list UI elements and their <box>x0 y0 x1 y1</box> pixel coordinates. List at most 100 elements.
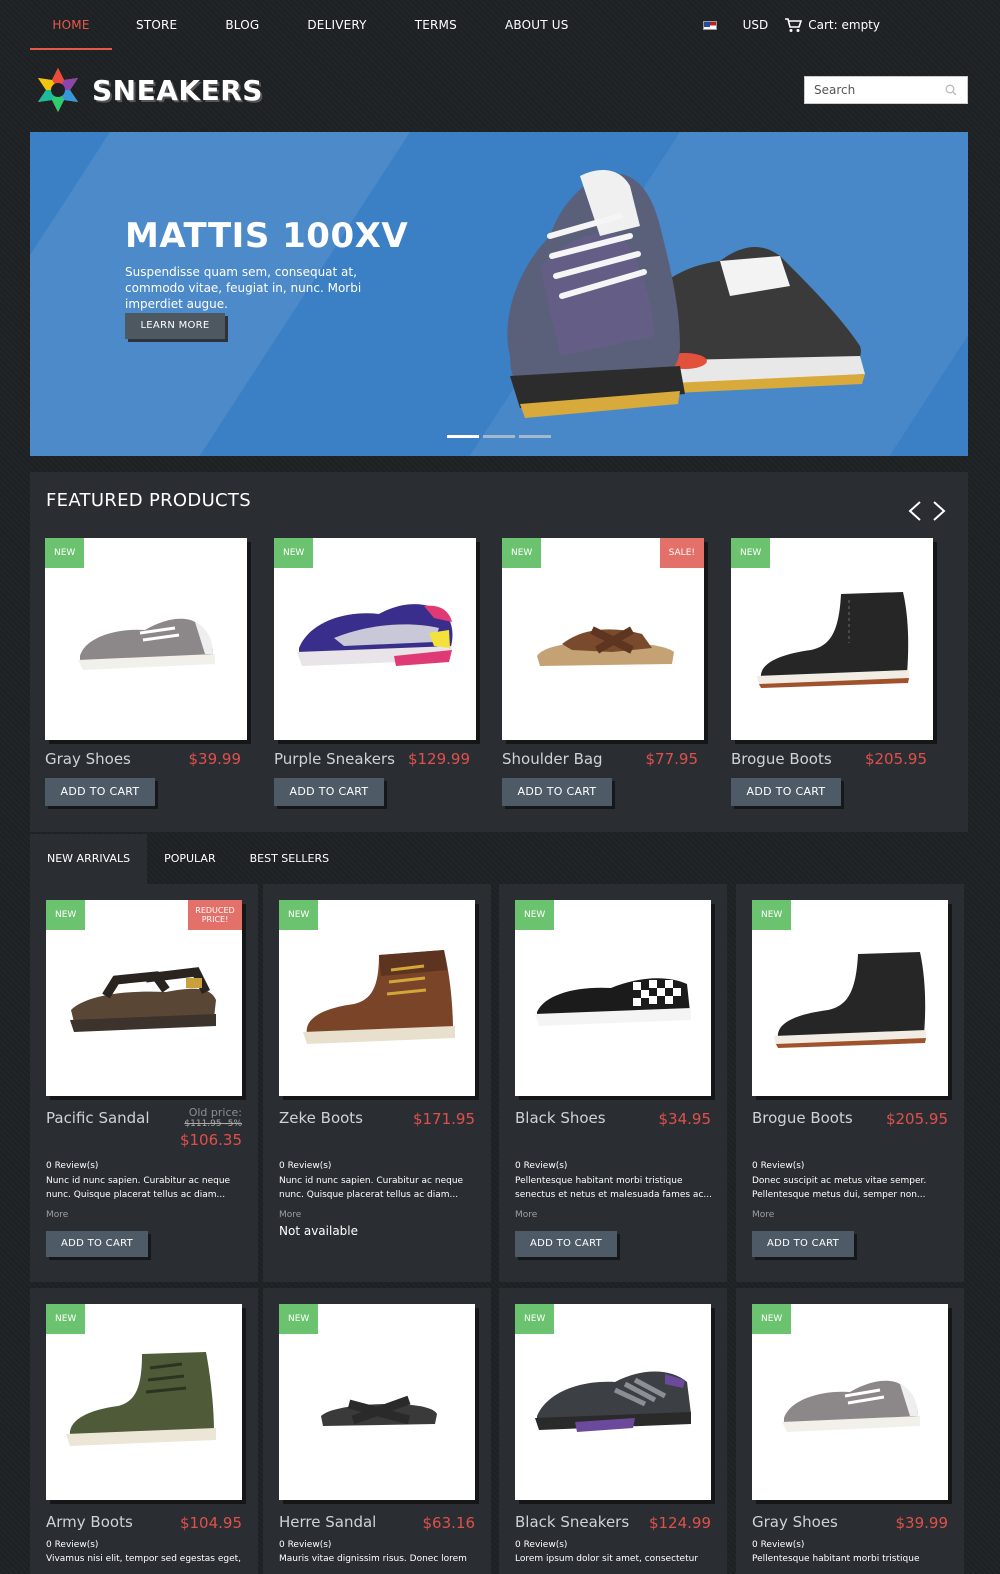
product-name[interactable]: Herre Sandal <box>279 1513 376 1531</box>
new-badge: NEW <box>279 1304 319 1334</box>
header-tools: USD Cart: empty <box>702 0 880 50</box>
reviews-count[interactable]: 0 Review(s) <box>515 1540 567 1550</box>
add-to-cart-button[interactable]: ADD TO CART <box>45 778 155 806</box>
product-name[interactable]: Purple Sneakers <box>274 750 395 768</box>
tab-popular[interactable]: POPULAR <box>147 834 233 884</box>
nav-terms[interactable]: TERMS <box>415 0 457 50</box>
reviews-count[interactable]: 0 Review(s) <box>279 1540 331 1550</box>
product-name[interactable]: Black Sneakers <box>515 1513 629 1531</box>
brogue-boot-image <box>757 592 909 688</box>
new-badge: NEW <box>45 538 85 568</box>
product-price: $77.95 <box>645 750 699 768</box>
product-price: $63.16 <box>422 1514 476 1532</box>
availability-status: Not available <box>279 1224 359 1238</box>
product-image[interactable]: NEW <box>274 538 476 740</box>
add-to-cart-button[interactable]: ADD TO CART <box>731 778 841 806</box>
product-name[interactable]: Shoulder Bag <box>502 750 603 768</box>
arrow-left-icon[interactable] <box>906 500 924 522</box>
product-name[interactable]: Army Boots <box>46 1513 133 1531</box>
product-description: Donec suscipit ac metus vitae semper. Pe… <box>752 1176 927 1200</box>
add-to-cart-button[interactable]: ADD TO CART <box>752 1231 854 1257</box>
product-image[interactable]: NEW <box>731 538 933 740</box>
product-card: NEW Black Shoes $34.95 0 Review(s) Pelle… <box>499 884 727 1282</box>
old-price-label: Old price: <box>188 1106 242 1119</box>
add-to-cart-button[interactable]: ADD TO CART <box>515 1231 617 1257</box>
tab-best-sellers[interactable]: BEST SELLERS <box>233 834 346 884</box>
old-price-block: Old price: $111.95 -5% $106.35 <box>180 1106 242 1149</box>
more-link[interactable]: More <box>46 1210 68 1220</box>
product-name[interactable]: Black Shoes <box>515 1109 606 1127</box>
site-logo[interactable]: SNEAKERS <box>34 66 263 114</box>
reviews-count[interactable]: 0 Review(s) <box>515 1161 567 1171</box>
reviews-count[interactable]: 0 Review(s) <box>46 1540 98 1550</box>
sandal-image <box>537 626 674 666</box>
hero-title: MATTIS 100XV <box>125 216 409 256</box>
learn-more-button[interactable]: LEARN MORE <box>125 313 225 339</box>
slider-dot[interactable] <box>447 435 479 438</box>
product-image[interactable]: NEW <box>45 538 247 740</box>
hero-banner: MATTIS 100XV Suspendisse quam sem, conse… <box>30 132 968 456</box>
featured-title: FEATURED PRODUCTS <box>46 490 251 511</box>
more-link[interactable]: More <box>752 1210 774 1220</box>
nav-home[interactable]: HOME <box>30 0 112 50</box>
product-image[interactable]: NEW SALE! <box>502 538 704 740</box>
sale-badge: SALE! <box>659 538 704 568</box>
product-name[interactable]: Brogue Boots <box>752 1109 853 1127</box>
product-price: $124.99 <box>648 1514 711 1532</box>
product-price: $205.95 <box>885 1110 948 1128</box>
gray-shoe-image <box>78 618 215 670</box>
featured-products: FEATURED PRODUCTS NEW Gray Shoes $39.99 … <box>30 472 968 832</box>
new-badge: NEW <box>515 1304 555 1334</box>
product-card: NEW Gray Shoes $39.99 0 Review(s) Pellen… <box>736 1288 964 1574</box>
add-to-cart-button[interactable]: ADD TO CART <box>274 778 384 806</box>
reviews-count[interactable]: 0 Review(s) <box>752 1540 804 1550</box>
new-badge: NEW <box>752 1304 792 1334</box>
product-name[interactable]: Zeke Boots <box>279 1109 363 1127</box>
more-link[interactable]: More <box>515 1210 537 1220</box>
cart-summary[interactable]: Cart: empty <box>808 18 880 32</box>
nav-store[interactable]: STORE <box>136 0 177 50</box>
reviews-count[interactable]: 0 Review(s) <box>279 1161 331 1171</box>
currency-selector[interactable]: USD <box>743 18 769 32</box>
product-description: Pellentesque habitant morbi tristique se… <box>515 1176 712 1200</box>
new-badge: NEW <box>279 900 319 930</box>
carousel-controls <box>900 500 948 522</box>
product-price: $34.95 <box>658 1110 712 1128</box>
product-tabs: NEW ARRIVALS POPULAR BEST SELLERS <box>30 834 968 884</box>
product-name[interactable]: Pacific Sandal <box>46 1109 150 1127</box>
product-price: $39.99 <box>895 1514 949 1532</box>
reviews-count[interactable]: 0 Review(s) <box>752 1161 804 1171</box>
product-description: Nunc id nunc sapien. Curabitur ac neque … <box>279 1176 464 1200</box>
new-badge: NEW <box>515 900 555 930</box>
product-description: Mauris vitae dignissim risus. Donec lore… <box>279 1554 467 1564</box>
slider-pagination <box>447 435 555 438</box>
add-to-cart-button[interactable]: ADD TO CART <box>46 1231 148 1257</box>
add-to-cart-button[interactable]: ADD TO CART <box>502 778 612 806</box>
product-name[interactable]: Gray Shoes <box>752 1513 838 1531</box>
search-icon[interactable] <box>945 84 957 96</box>
main-nav: HOME STORE BLOG DELIVERY TERMS ABOUT US <box>30 0 569 50</box>
new-badge: NEW <box>274 538 314 568</box>
slider-dot[interactable] <box>519 435 551 438</box>
product-price: $129.99 <box>407 750 470 768</box>
tab-new-arrivals[interactable]: NEW ARRIVALS <box>30 834 148 884</box>
search-input[interactable] <box>805 78 945 102</box>
reviews-count[interactable]: 0 Review(s) <box>46 1161 98 1171</box>
purple-sneaker-image <box>297 604 453 666</box>
nav-delivery[interactable]: DELIVERY <box>307 0 366 50</box>
product-price: $39.99 <box>188 750 242 768</box>
arrow-right-icon[interactable] <box>930 500 948 522</box>
product-price: $104.95 <box>179 1514 242 1532</box>
old-price: $111.95 -5% <box>184 1119 242 1129</box>
nav-about-us[interactable]: ABOUT US <box>505 0 569 50</box>
hero-text: Suspendisse quam sem, consequat at, comm… <box>125 265 362 311</box>
product-card: NEW REDUCED PRICE! Pacific Sandal Old pr… <box>30 884 258 1282</box>
product-name[interactable]: Gray Shoes <box>45 750 131 768</box>
more-link[interactable]: More <box>279 1210 301 1220</box>
cart-icon[interactable] <box>784 17 803 33</box>
product-name[interactable]: Brogue Boots <box>731 750 832 768</box>
product-card: NEW Brogue Boots $205.95 0 Review(s) Don… <box>736 884 964 1282</box>
slider-dot[interactable] <box>483 435 515 438</box>
nav-blog[interactable]: BLOG <box>225 0 259 50</box>
us-flag-icon[interactable] <box>702 20 717 30</box>
